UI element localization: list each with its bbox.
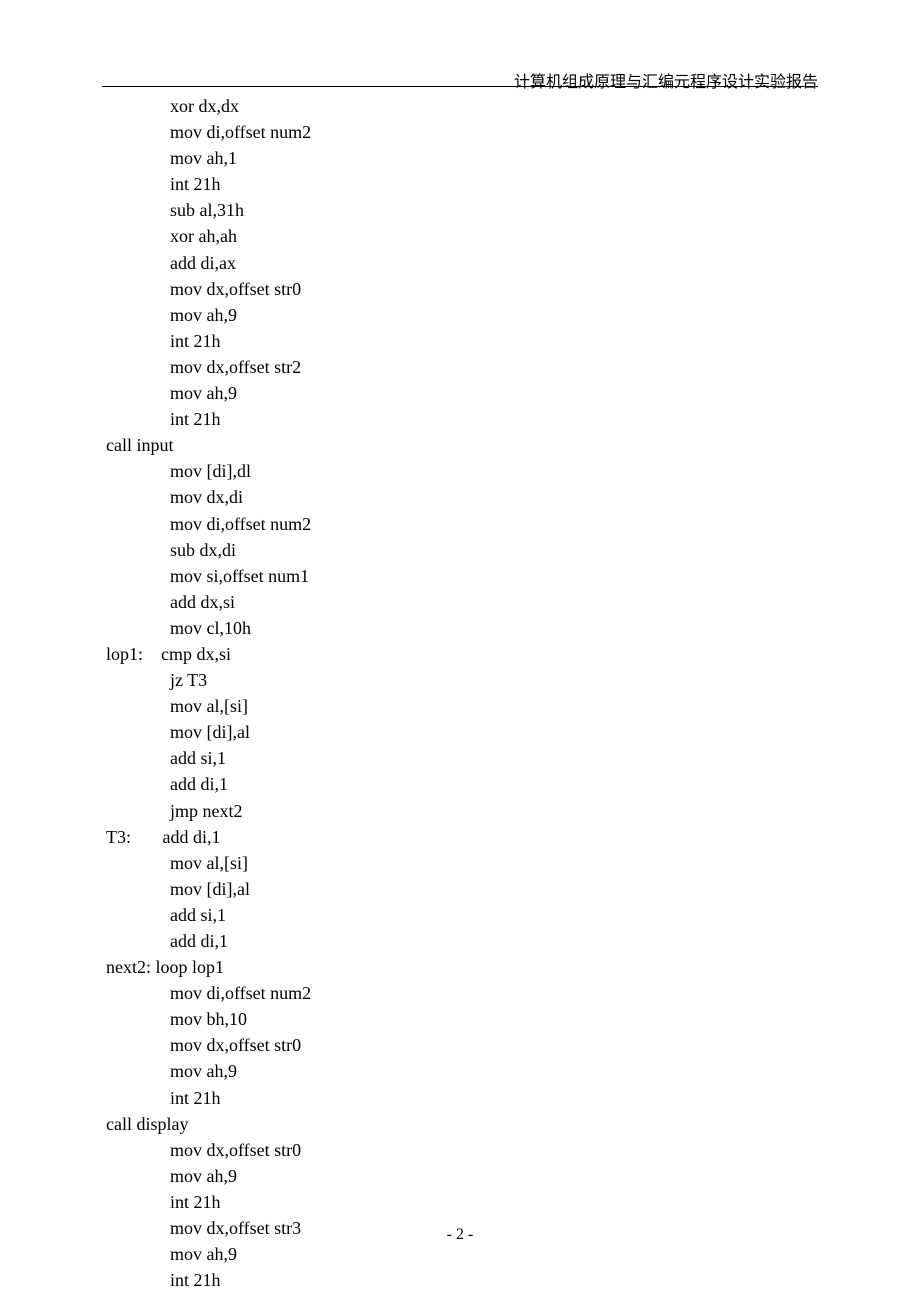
code-text: mov [di],al [170, 879, 250, 899]
code-text: add dx,si [170, 592, 235, 612]
code-line: int 21h [106, 1189, 818, 1215]
code-text: mov dx,offset str0 [170, 279, 301, 299]
code-text: mov ah,9 [170, 1244, 237, 1264]
code-text: int 21h [170, 174, 221, 194]
code-line: mov [di],al [106, 876, 818, 902]
code-line: int 21h [106, 1085, 818, 1111]
code-text: mov ah,9 [170, 383, 237, 403]
code-line: int 21h [106, 328, 818, 354]
code-line: int 21h [106, 406, 818, 432]
code-text: jz T3 [170, 670, 207, 690]
code-line: sub dx,di [106, 537, 818, 563]
code-text: mov di,offset num2 [170, 122, 311, 142]
code-text: T3: add di,1 [106, 827, 221, 847]
code-line: sub al,31h [106, 197, 818, 223]
code-text: add di,1 [170, 931, 228, 951]
code-line: T3: add di,1 [106, 824, 818, 850]
code-text: mov [di],al [170, 722, 250, 742]
code-text: mov di,offset num2 [170, 514, 311, 534]
code-text: int 21h [170, 409, 221, 429]
code-line: mov al,[si] [106, 693, 818, 719]
code-line: mov ah,9 [106, 302, 818, 328]
code-line: mov ah,9 [106, 1058, 818, 1084]
code-text: mov dx,offset str0 [170, 1140, 301, 1160]
code-line: mov di,offset num2 [106, 980, 818, 1006]
code-line: xor ah,ah [106, 223, 818, 249]
code-text: call input [106, 435, 173, 455]
code-line: next2: loop lop1 [106, 954, 818, 980]
code-text: mov di,offset num2 [170, 983, 311, 1003]
code-line: mov ah,9 [106, 1241, 818, 1267]
code-line: mov cl,10h [106, 615, 818, 641]
code-line: add dx,si [106, 589, 818, 615]
code-text: mov ah,9 [170, 1061, 237, 1081]
code-text: sub dx,di [170, 540, 236, 560]
code-line: jmp next2 [106, 798, 818, 824]
code-text: add si,1 [170, 905, 226, 925]
code-text: mov bh,10 [170, 1009, 247, 1029]
code-line: add si,1 [106, 745, 818, 771]
code-text: add di,ax [170, 253, 236, 273]
code-line: mov si,offset num1 [106, 563, 818, 589]
code-text: int 21h [170, 331, 221, 351]
header-text: 计算机组成原理与汇编元程序设计实验报告 [514, 74, 818, 91]
code-line: mov di,offset num2 [106, 119, 818, 145]
code-text: int 21h [170, 1192, 221, 1212]
page-footer: - 2 - [0, 1226, 920, 1244]
code-line: mov ah,9 [106, 1163, 818, 1189]
code-line: mov [di],dl [106, 458, 818, 484]
code-line: add di,ax [106, 250, 818, 276]
code-line: mov bh,10 [106, 1006, 818, 1032]
code-text: int 21h [170, 1088, 221, 1108]
code-line: mov al,[si] [106, 850, 818, 876]
code-line: mov dx,di [106, 484, 818, 510]
code-line: int 21h [106, 171, 818, 197]
code-text: mov al,[si] [170, 696, 248, 716]
code-text: add si,1 [170, 748, 226, 768]
code-line: mov ah,1 [106, 145, 818, 171]
code-line: mov dx,offset str2 [106, 354, 818, 380]
code-content: xor dx,dx mov di,offset num2 mov ah,1 int 2… [106, 93, 818, 1293]
code-line: lop1: cmp dx,si [106, 641, 818, 667]
code-text: mov ah,9 [170, 305, 237, 325]
code-text: int 21h [170, 1270, 221, 1290]
code-line: jz T3 [106, 667, 818, 693]
code-line: mov dx,offset str0 [106, 1032, 818, 1058]
code-text: next2: loop lop1 [106, 957, 224, 977]
code-text: mov cl,10h [170, 618, 251, 638]
code-text: mov dx,offset str2 [170, 357, 301, 377]
code-text: jmp next2 [170, 801, 243, 821]
code-text: lop1: cmp dx,si [106, 644, 231, 664]
code-line: add si,1 [106, 902, 818, 928]
code-line: int 21h [106, 1267, 818, 1293]
code-line: add di,1 [106, 928, 818, 954]
header-separator [102, 86, 818, 87]
code-line: mov dx,offset str0 [106, 1137, 818, 1163]
page-header: 计算机组成原理与汇编元程序设计实验报告 [514, 68, 818, 92]
code-text: mov [di],dl [170, 461, 251, 481]
code-text: mov ah,1 [170, 148, 237, 168]
code-text: mov si,offset num1 [170, 566, 309, 586]
code-text: mov ah,9 [170, 1166, 237, 1186]
code-line: mov ah,9 [106, 380, 818, 406]
code-text: xor ah,ah [170, 226, 237, 246]
code-text: mov dx,offset str0 [170, 1035, 301, 1055]
code-text: call display [106, 1114, 188, 1134]
code-line: xor dx,dx [106, 93, 818, 119]
code-text: sub al,31h [170, 200, 244, 220]
code-text: mov dx,di [170, 487, 243, 507]
code-text: mov al,[si] [170, 853, 248, 873]
code-text: add di,1 [170, 774, 228, 794]
code-line: mov [di],al [106, 719, 818, 745]
page-number: - 2 - [447, 1226, 474, 1243]
code-line: call display [106, 1111, 818, 1137]
code-text: xor dx,dx [170, 96, 239, 116]
code-line: mov dx,offset str0 [106, 276, 818, 302]
code-line: add di,1 [106, 771, 818, 797]
code-line: mov di,offset num2 [106, 511, 818, 537]
code-line: call input [106, 432, 818, 458]
